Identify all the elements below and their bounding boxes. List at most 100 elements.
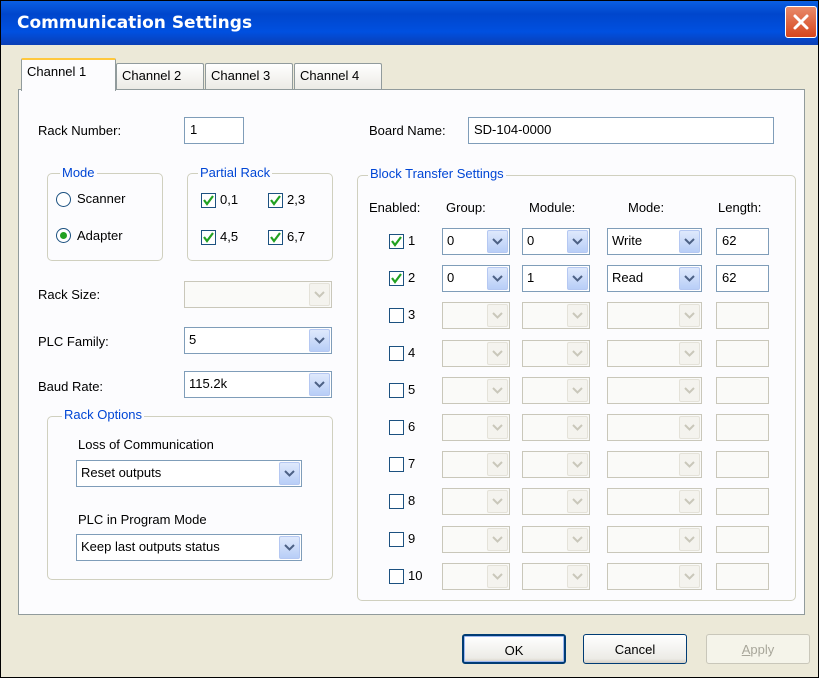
dropdown-arrow[interactable] <box>567 490 588 513</box>
baud-rate-select[interactable]: 115.2k <box>184 371 332 398</box>
adapter-radio[interactable] <box>56 228 71 243</box>
row-length-input[interactable]: 62 <box>716 265 769 292</box>
dropdown-arrow[interactable] <box>487 267 508 290</box>
dropdown-arrow[interactable] <box>567 416 588 439</box>
row-module-select[interactable] <box>522 526 590 553</box>
dropdown-arrow[interactable] <box>679 379 700 402</box>
dropdown-arrow[interactable] <box>679 453 700 476</box>
tab-channel-4[interactable]: Channel 4 <box>294 63 382 89</box>
dropdown-arrow[interactable] <box>279 536 300 559</box>
dropdown-arrow[interactable] <box>487 565 508 588</box>
dropdown-arrow[interactable] <box>567 230 588 253</box>
dropdown-arrow[interactable] <box>567 267 588 290</box>
tab-channel-2[interactable]: Channel 2 <box>116 63 204 89</box>
dropdown-arrow[interactable] <box>487 528 508 551</box>
dropdown-arrow[interactable] <box>567 342 588 365</box>
scanner-radio[interactable] <box>56 192 71 207</box>
dropdown-arrow[interactable] <box>567 565 588 588</box>
row-group-select[interactable] <box>442 302 510 329</box>
row-length-input[interactable] <box>716 302 769 329</box>
title-bar[interactable]: Communication Settings <box>1 1 818 45</box>
ok-button[interactable]: OK <box>462 634 566 664</box>
row-length-input[interactable] <box>716 414 769 441</box>
row-mode-select[interactable] <box>607 340 702 367</box>
dropdown-arrow[interactable] <box>679 267 700 290</box>
row-module-select[interactable] <box>522 563 590 590</box>
row-mode-select[interactable]: Write <box>607 228 702 255</box>
dropdown-arrow[interactable] <box>309 373 330 396</box>
row-group-select[interactable] <box>442 488 510 515</box>
row-module-select[interactable] <box>522 377 590 404</box>
row-length-input[interactable]: 62 <box>716 228 769 255</box>
dropdown-arrow[interactable] <box>487 342 508 365</box>
row-module-select[interactable] <box>522 340 590 367</box>
row-module-select[interactable] <box>522 302 590 329</box>
row-module-select[interactable] <box>522 488 590 515</box>
dropdown-arrow[interactable] <box>487 453 508 476</box>
rack-number-input[interactable]: 1 <box>184 117 244 144</box>
row-mode-select[interactable] <box>607 563 702 590</box>
partial-rack-01-checkbox[interactable] <box>201 193 216 208</box>
dropdown-arrow[interactable] <box>679 342 700 365</box>
row-group-select[interactable]: 0 <box>442 265 510 292</box>
row-enabled-checkbox[interactable] <box>389 308 404 323</box>
row-mode-select[interactable] <box>607 488 702 515</box>
dropdown-arrow[interactable] <box>309 283 330 306</box>
plc-family-select[interactable]: 5 <box>184 327 332 354</box>
dropdown-arrow[interactable] <box>679 416 700 439</box>
row-group-select[interactable] <box>442 451 510 478</box>
row-enabled-checkbox[interactable] <box>389 234 404 249</box>
dropdown-arrow[interactable] <box>679 565 700 588</box>
dropdown-arrow[interactable] <box>567 453 588 476</box>
partial-rack-67-checkbox[interactable] <box>268 230 283 245</box>
dropdown-arrow[interactable] <box>679 230 700 253</box>
row-group-select[interactable] <box>442 414 510 441</box>
row-enabled-checkbox[interactable] <box>389 532 404 547</box>
row-enabled-checkbox[interactable] <box>389 420 404 435</box>
dropdown-arrow[interactable] <box>679 490 700 513</box>
row-length-input[interactable] <box>716 340 769 367</box>
row-enabled-checkbox[interactable] <box>389 271 404 286</box>
program-mode-select[interactable]: Keep last outputs status <box>76 534 302 561</box>
partial-rack-45-checkbox[interactable] <box>201 230 216 245</box>
row-enabled-checkbox[interactable] <box>389 457 404 472</box>
loss-of-comm-select[interactable]: Reset outputs <box>76 460 302 487</box>
close-button[interactable] <box>785 6 817 38</box>
row-enabled-checkbox[interactable] <box>389 346 404 361</box>
dropdown-arrow[interactable] <box>567 304 588 327</box>
dropdown-arrow[interactable] <box>679 304 700 327</box>
row-enabled-checkbox[interactable] <box>389 569 404 584</box>
row-module-select[interactable]: 0 <box>522 228 590 255</box>
partial-rack-23-checkbox[interactable] <box>268 193 283 208</box>
tab-channel-1[interactable]: Channel 1 <box>21 58 116 91</box>
row-length-input[interactable] <box>716 488 769 515</box>
dropdown-arrow[interactable] <box>279 462 300 485</box>
row-mode-select[interactable] <box>607 377 702 404</box>
dropdown-arrow[interactable] <box>487 490 508 513</box>
dropdown-arrow[interactable] <box>487 304 508 327</box>
row-length-input[interactable] <box>716 526 769 553</box>
tab-channel-3[interactable]: Channel 3 <box>205 63 293 89</box>
row-length-input[interactable] <box>716 451 769 478</box>
board-name-input[interactable]: SD-104-0000 <box>468 117 774 144</box>
row-group-select[interactable] <box>442 340 510 367</box>
dropdown-arrow[interactable] <box>567 379 588 402</box>
row-enabled-checkbox[interactable] <box>389 383 404 398</box>
row-group-select[interactable]: 0 <box>442 228 510 255</box>
dropdown-arrow[interactable] <box>487 379 508 402</box>
row-mode-select[interactable] <box>607 302 702 329</box>
dropdown-arrow[interactable] <box>567 528 588 551</box>
row-group-select[interactable] <box>442 526 510 553</box>
row-mode-select[interactable] <box>607 526 702 553</box>
cancel-button[interactable]: Cancel <box>583 634 687 664</box>
row-mode-select[interactable]: Read <box>607 265 702 292</box>
row-mode-select[interactable] <box>607 414 702 441</box>
dropdown-arrow[interactable] <box>309 329 330 352</box>
row-group-select[interactable] <box>442 563 510 590</box>
rack-size-select[interactable] <box>184 281 332 308</box>
row-enabled-checkbox[interactable] <box>389 494 404 509</box>
row-module-select[interactable]: 1 <box>522 265 590 292</box>
row-mode-select[interactable] <box>607 451 702 478</box>
adapter-label[interactable]: Adapter <box>77 228 123 243</box>
row-module-select[interactable] <box>522 451 590 478</box>
